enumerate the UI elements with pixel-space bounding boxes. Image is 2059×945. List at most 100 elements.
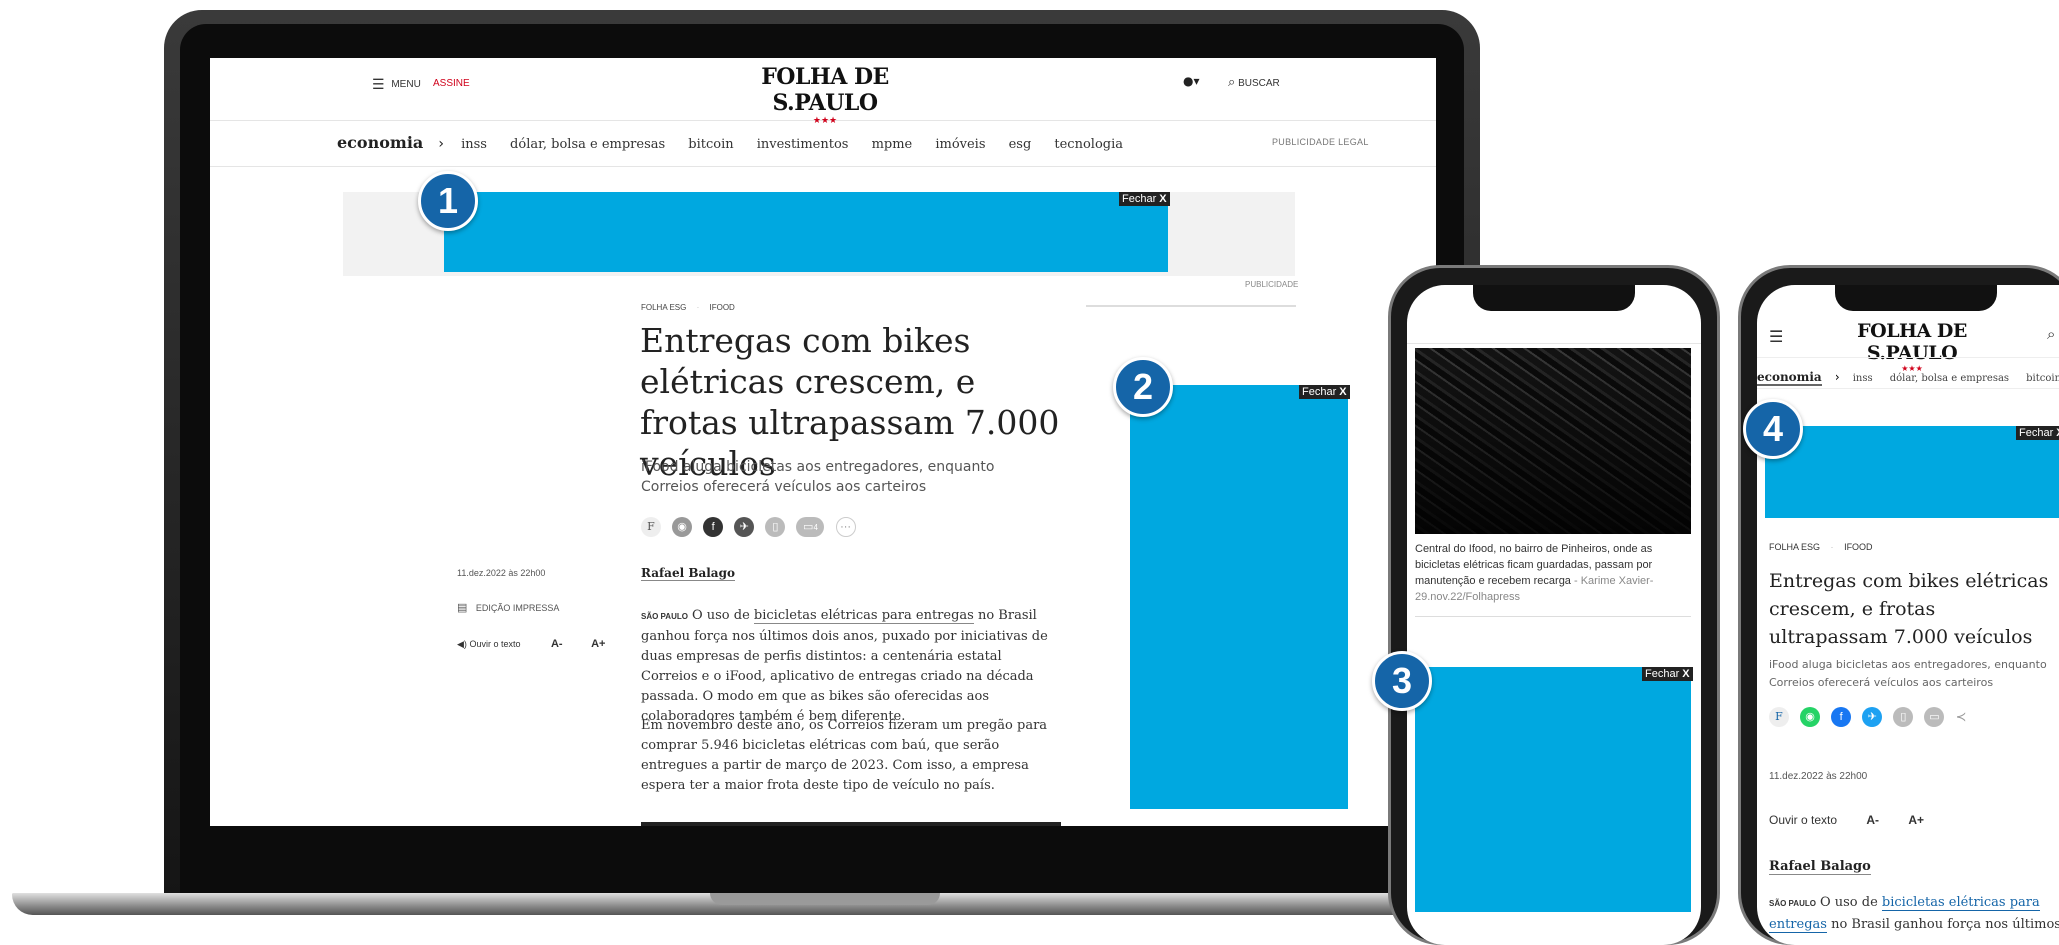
phone-2-whatsapp-icon[interactable]: ◉ bbox=[1800, 706, 1821, 727]
phone-2-author-link[interactable]: Rafael Balago bbox=[1769, 859, 1871, 875]
phone-2-screen: ☰ FOLHA DE S.PAULO ★★★ ⌕ economia › inss… bbox=[1757, 285, 2059, 945]
phone-2-nav-section[interactable]: economia bbox=[1757, 370, 1822, 386]
phone-2-chevron-icon: › bbox=[1834, 370, 1840, 384]
phone-2-nav: economia › inss dólar, bolsa e empresas … bbox=[1757, 357, 2059, 389]
ouvir-texto-button[interactable]: ◀) Ouvir o texto bbox=[457, 639, 523, 649]
comments-count: 4 bbox=[813, 522, 818, 532]
phone-2-search-icon[interactable]: ⌕ bbox=[2047, 325, 2055, 343]
nav-item-tecnologia[interactable]: tecnologia bbox=[1054, 137, 1123, 152]
phone-2-gift-f-button[interactable]: F bbox=[1769, 706, 1789, 727]
phone-2-subtitle: iFood aluga bicicletas aos entregadores,… bbox=[1769, 658, 2047, 689]
search-icon: ⌕ bbox=[1228, 74, 1236, 89]
phone-2-bookmark-icon[interactable]: ▯ bbox=[1893, 706, 1914, 727]
ad-badge-4: 4 bbox=[1743, 399, 1803, 459]
phone-2-ad-close-button[interactable]: FecharX bbox=[2016, 426, 2059, 440]
facebook-icon[interactable]: f bbox=[703, 516, 724, 537]
kicker-ifood[interactable]: IFOOD bbox=[710, 303, 735, 312]
section-nav: economia › inss dólar, bolsa e empresas … bbox=[210, 120, 1436, 167]
menu-label: MENU bbox=[391, 79, 421, 90]
comments-button[interactable]: ▭4 bbox=[796, 516, 825, 537]
sidebar-divider bbox=[1086, 305, 1296, 307]
phone-2-kicker-folha-esg[interactable]: FOLHA ESG bbox=[1769, 542, 1820, 552]
nav-item-investimentos[interactable]: investimentos bbox=[757, 137, 849, 152]
article-subtitle: iFood aluga bicicletas aos entregadores,… bbox=[641, 459, 995, 495]
ad-badge-1: 1 bbox=[418, 171, 478, 231]
phone-2-inline-link-b[interactable]: entregas bbox=[1769, 917, 1827, 933]
share-row: F ◉ f ✈ ▯ ▭4 ··· bbox=[641, 516, 862, 537]
phone-2-kicker-ifood[interactable]: IFOOD bbox=[1844, 542, 1873, 552]
article-body-p2: Em novembro deste ano, os Correios fizer… bbox=[641, 718, 1048, 793]
phone-2-share-icon[interactable]: ≺ bbox=[1956, 710, 1967, 725]
phone-2-menu-icon[interactable]: ☰ bbox=[1769, 327, 1783, 346]
bookmark-icon[interactable]: ▯ bbox=[765, 516, 786, 537]
menu-button[interactable]: ☰ MENU bbox=[372, 76, 421, 93]
hamburger-icon: ☰ bbox=[372, 76, 385, 92]
chevron-right-icon: › bbox=[438, 136, 444, 152]
phone-2-inline-link-a[interactable]: bicicletas elétricas para bbox=[1881, 895, 2040, 911]
ad-badge-3: 3 bbox=[1372, 651, 1432, 711]
inline-link-bicicletas[interactable]: bicicletas elétricas para entregas bbox=[753, 608, 974, 624]
nav-section[interactable]: economia bbox=[337, 133, 423, 152]
phone-2-ouvir-texto-button[interactable]: Ouvir o texto bbox=[1769, 813, 1837, 827]
kicker-separator: · bbox=[696, 303, 700, 312]
nav-item-esg[interactable]: esg bbox=[1009, 137, 1032, 152]
dateline: SÃO PAULO bbox=[641, 612, 688, 621]
search-button[interactable]: ⌕ BUSCAR bbox=[1228, 74, 1280, 90]
phone-1-ad[interactable] bbox=[1415, 667, 1691, 912]
laptop-device: ☰ MENU ASSINE FOLHA DE S.PAULO ★★★ ●▾ ⌕ … bbox=[0, 0, 1490, 943]
phone-2-font-decrease-button[interactable]: A- bbox=[1866, 813, 1879, 827]
edicao-impressa-link[interactable]: ▤ EDIÇÃO IMPRESSA bbox=[457, 601, 559, 614]
phone-2-font-increase-button[interactable]: A+ bbox=[1908, 813, 1924, 827]
newspaper-icon: ▤ bbox=[457, 602, 468, 614]
phone-2: ☰ FOLHA DE S.PAULO ★★★ ⌕ economia › inss… bbox=[1738, 265, 2059, 945]
user-icon: ●▾ bbox=[1183, 74, 1200, 88]
site-logo[interactable]: FOLHA DE S.PAULO ★★★ bbox=[725, 64, 925, 126]
phone-2-share-row: F ◉ f ✈ ▯ ▭ ≺ bbox=[1769, 706, 1966, 727]
font-increase-button[interactable]: A+ bbox=[591, 638, 605, 650]
phone-2-comments-icon[interactable]: ▭ bbox=[1924, 706, 1945, 727]
ad-badge-2: 2 bbox=[1113, 357, 1173, 417]
kicker-folha-esg[interactable]: FOLHA ESG bbox=[641, 303, 686, 312]
author-link[interactable]: Rafael Balago bbox=[641, 566, 735, 581]
search-label: BUSCAR bbox=[1238, 78, 1280, 89]
phone-2-twitter-icon[interactable]: ✈ bbox=[1862, 706, 1883, 727]
nav-item-dolar[interactable]: dólar, bolsa e empresas bbox=[510, 137, 665, 152]
ad-side-close-button[interactable]: Fechar X bbox=[1299, 385, 1350, 399]
phone-2-body: SÃO PAULO O uso de bicicletas elétricas p… bbox=[1769, 895, 2059, 933]
phone-2-nav-dolar[interactable]: dólar, bolsa e empresas bbox=[1890, 373, 2009, 384]
phone-2-notch bbox=[1835, 285, 1997, 311]
assine-link[interactable]: ASSINE bbox=[433, 78, 470, 89]
phone-1-ad-close-button[interactable]: Fechar X bbox=[1642, 667, 1693, 681]
photo-caption: Central do Ifood, no bairro de Pinheiros… bbox=[1415, 543, 1654, 603]
phone-2-dateline: SÃO PAULO bbox=[1769, 899, 1816, 908]
ad-side-banner[interactable] bbox=[1130, 385, 1348, 809]
ad-top-close-button[interactable]: Fechar X bbox=[1119, 192, 1170, 206]
more-icon[interactable]: ··· bbox=[835, 516, 856, 537]
nav-item-inss[interactable]: inss bbox=[461, 137, 487, 152]
phone-1-screen: Central do Ifood, no bairro de Pinheiros… bbox=[1407, 285, 1701, 945]
phone-1: Central do Ifood, no bairro de Pinheiros… bbox=[1388, 265, 1720, 945]
gift-f-button[interactable]: F bbox=[641, 516, 661, 537]
publicidade-legal-link[interactable]: PUBLICIDADE LEGAL bbox=[1272, 137, 1369, 147]
twitter-icon[interactable]: ✈ bbox=[734, 516, 755, 537]
bikes-photo bbox=[1415, 348, 1691, 534]
phone-2-facebook-icon[interactable]: f bbox=[1831, 706, 1852, 727]
phone-1-notch bbox=[1473, 285, 1635, 311]
phone-2-nav-bitcoin[interactable]: bitcoin bbox=[2026, 373, 2059, 384]
phone-2-nav-inss[interactable]: inss bbox=[1853, 373, 1873, 384]
phone-1-caption-divider bbox=[1415, 616, 1691, 617]
font-decrease-button[interactable]: A- bbox=[551, 638, 563, 650]
nav-item-mpme[interactable]: mpme bbox=[872, 137, 913, 152]
article-date: 11.dez.2022 às 22h00 bbox=[457, 568, 546, 578]
publicidade-label: PUBLICIDADE bbox=[1245, 280, 1299, 289]
article-body-p1: SÃO PAULO O uso de bicicletas elétricas p… bbox=[641, 608, 1048, 724]
speaker-icon: ◀) bbox=[457, 639, 467, 649]
account-button[interactable]: ●▾ bbox=[1183, 74, 1200, 88]
nav-item-bitcoin[interactable]: bitcoin bbox=[688, 137, 733, 152]
nav-item-imoveis[interactable]: imóveis bbox=[935, 137, 985, 152]
whatsapp-icon[interactable]: ◉ bbox=[672, 516, 693, 537]
phone-2-kicker-separator: · bbox=[1830, 542, 1834, 552]
site-header: ☰ MENU ASSINE FOLHA DE S.PAULO ★★★ ●▾ ⌕ … bbox=[210, 58, 1436, 126]
ad-top-banner[interactable] bbox=[444, 192, 1168, 272]
phone-2-ad[interactable] bbox=[1765, 426, 2059, 518]
